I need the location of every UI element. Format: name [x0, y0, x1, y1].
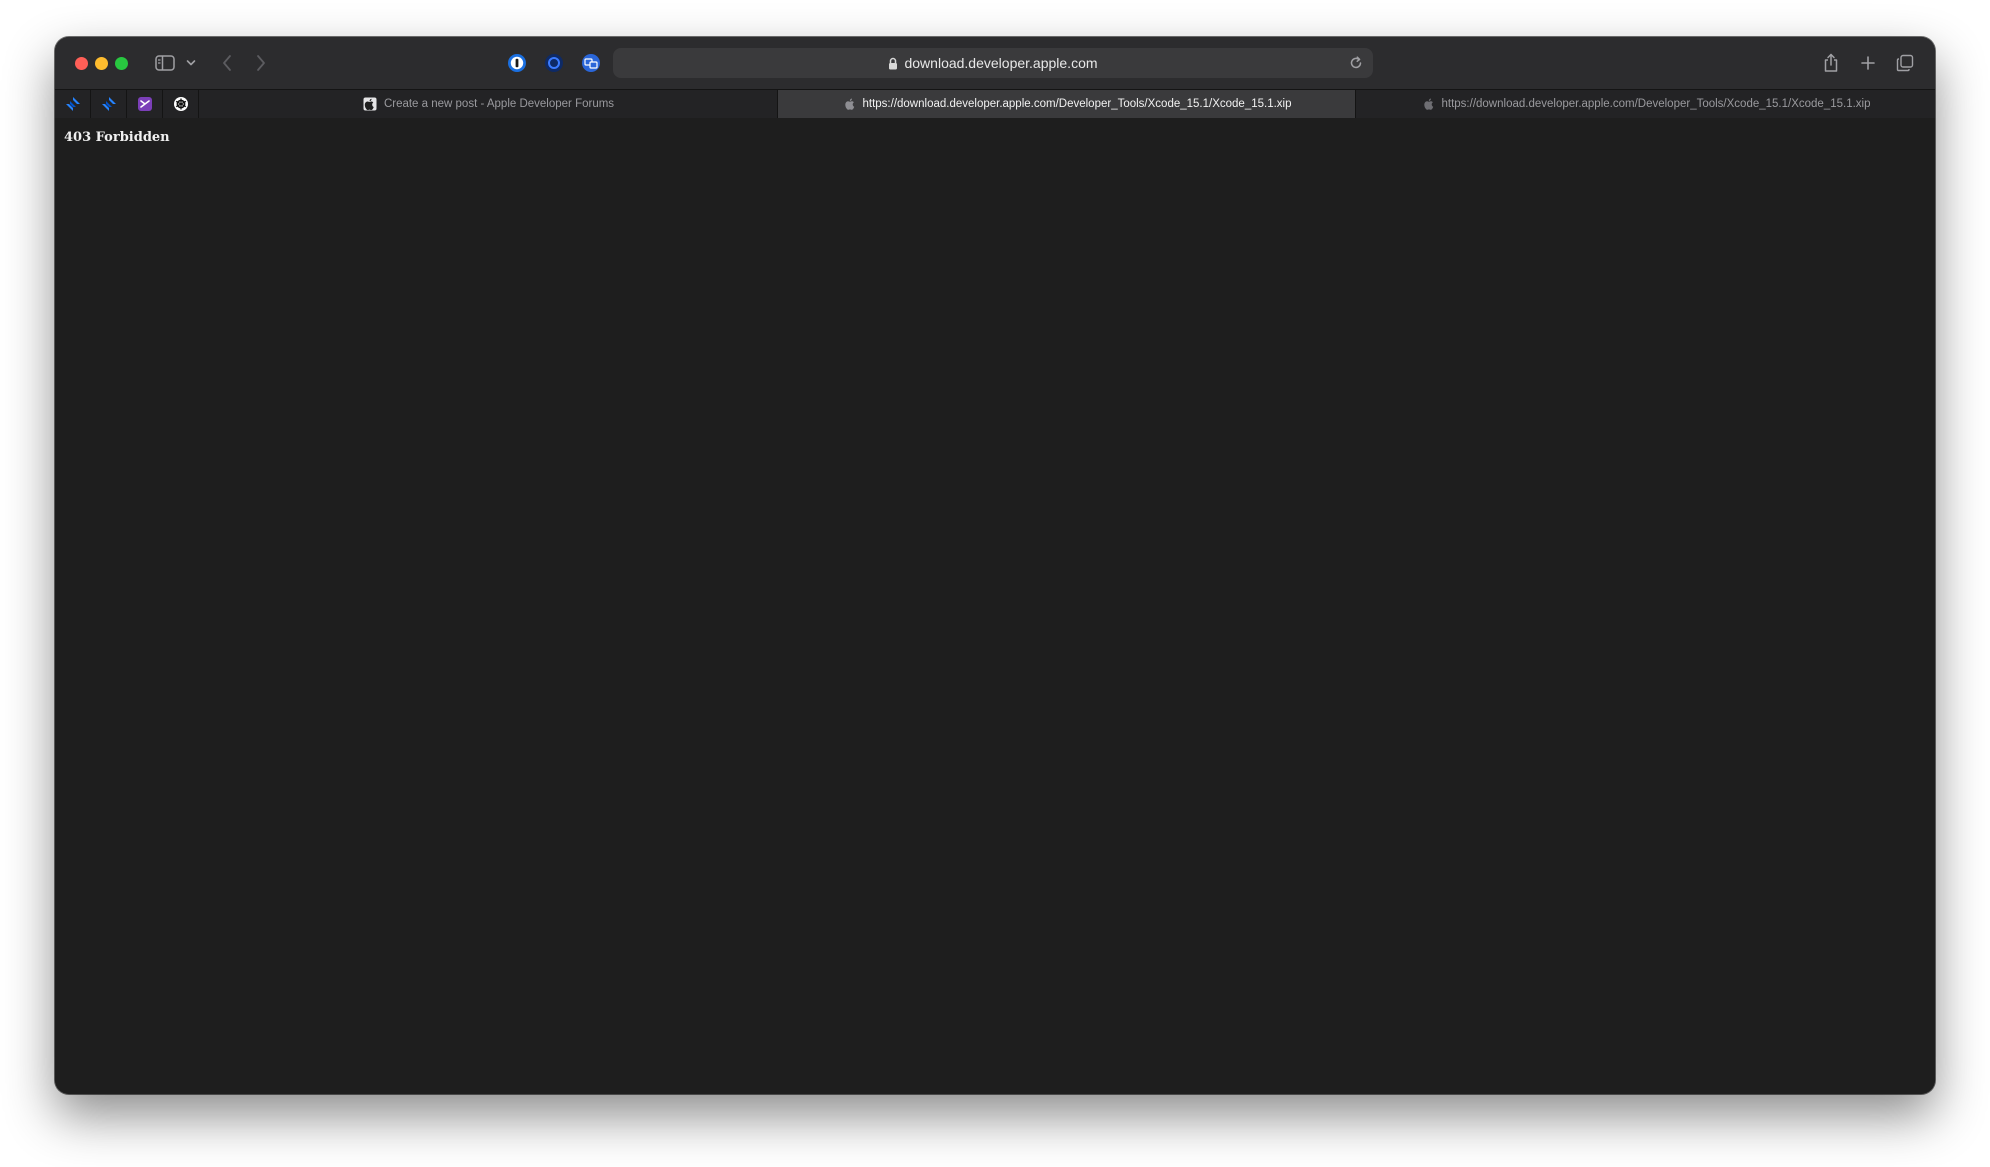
reload-button[interactable]: [1347, 54, 1365, 72]
new-tab-plus-icon: [1861, 56, 1875, 70]
apple-logo-icon: [363, 97, 377, 111]
page-content: 403 Forbidden: [55, 118, 1935, 1094]
tab-title: https://download.developer.apple.com/Dev…: [1441, 98, 1871, 110]
openai-icon: [173, 97, 188, 111]
share-icon: [1824, 53, 1838, 72]
maximize-window-button[interactable]: [115, 57, 128, 70]
privacy-extension-icon: [545, 54, 563, 72]
forward-arrow-icon: [257, 55, 265, 71]
tab-group-menu-button[interactable]: [184, 51, 198, 75]
privacy-extension-button[interactable]: [542, 51, 566, 75]
tab-xcode-download-active[interactable]: https://download.developer.apple.com/Dev…: [778, 90, 1356, 118]
browser-toolbar: download.developer.apple.com: [55, 37, 1935, 89]
tab-overview-icon: [1896, 54, 1914, 72]
tab-title: https://download.developer.apple.com/Dev…: [862, 98, 1292, 110]
error-message: 403 Forbidden: [64, 130, 170, 145]
translate-extension-icon: [582, 54, 600, 72]
pinned-tab-4[interactable]: [163, 90, 199, 118]
sidebar-icon: [155, 55, 175, 71]
forward-button[interactable]: [251, 51, 271, 75]
new-tab-button[interactable]: [1857, 51, 1879, 75]
pinned-tab-1[interactable]: [55, 90, 91, 118]
tab-xcode-download[interactable]: https://download.developer.apple.com/Dev…: [1356, 90, 1935, 118]
password-manager-extension-button[interactable]: [505, 51, 529, 75]
tab-apple-developer-forums[interactable]: Create a new post - Apple Developer Foru…: [200, 90, 778, 118]
password-manager-extension-icon: [508, 54, 526, 72]
jira-icon: [65, 97, 80, 111]
chevron-down-icon: [186, 60, 196, 66]
share-button[interactable]: [1820, 51, 1842, 75]
address-display: download.developer.apple.com: [888, 55, 1098, 71]
browser-window: download.developer.apple.com Create a ne…: [55, 37, 1935, 1094]
tab-title: Create a new post - Apple Developer Foru…: [383, 98, 615, 110]
back-arrow-icon: [223, 55, 231, 71]
jira-icon: [101, 97, 116, 111]
address-bar[interactable]: download.developer.apple.com: [613, 48, 1373, 78]
back-button[interactable]: [217, 51, 237, 75]
reload-icon: [1350, 56, 1362, 69]
translate-extension-button[interactable]: [579, 51, 603, 75]
apple-logo-icon: [842, 97, 856, 111]
close-window-button[interactable]: [75, 57, 88, 70]
sidebar-toggle-button[interactable]: [152, 51, 178, 75]
address-domain: download.developer.apple.com: [904, 55, 1098, 71]
apple-logo-icon: [1421, 97, 1435, 111]
tab-overview-button[interactable]: [1893, 51, 1917, 75]
pinned-tab-3[interactable]: [127, 90, 163, 118]
lock-icon: [889, 57, 898, 69]
app-icon: [137, 97, 152, 111]
pinned-tab-2[interactable]: [91, 90, 127, 118]
minimize-window-button[interactable]: [95, 57, 108, 70]
tab-bar: Create a new post - Apple Developer Foru…: [55, 89, 1935, 119]
